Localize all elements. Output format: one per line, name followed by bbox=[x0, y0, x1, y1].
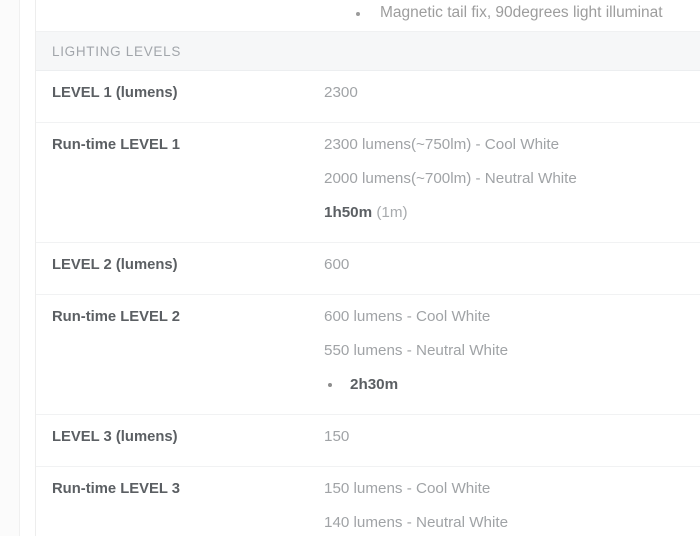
table-row: LEVEL 2 (lumens) 600 bbox=[36, 243, 700, 295]
spec-value-line: 2300 bbox=[324, 82, 700, 110]
section-header-label: LIGHTING LEVELS bbox=[52, 43, 182, 59]
spec-table-page: Magnetic tail fix, 90degrees light illum… bbox=[0, 0, 700, 536]
feature-bullet-text: Magnetic tail fix, 90degrees light illum… bbox=[380, 4, 663, 21]
spec-label: Run-time LEVEL 1 bbox=[52, 137, 180, 153]
runtime-duration: 2h30m bbox=[350, 376, 399, 393]
spec-value-text: 2000 lumens(~700lm) - Neutral White bbox=[324, 170, 577, 187]
spec-value-line: 600 lumens - Cool White bbox=[324, 306, 700, 334]
table-row: Run-time LEVEL 1 2300 lumens(~750lm) - Co… bbox=[36, 123, 700, 243]
section-header-lighting-levels: LIGHTING LEVELS bbox=[36, 31, 700, 71]
table-row: LEVEL 1 (lumens) 2300 bbox=[36, 71, 700, 123]
spec-value-line: 2000 lumens(~700lm) - Neutral White bbox=[324, 162, 700, 196]
spec-value-text: 600 bbox=[324, 256, 350, 273]
spec-label: LEVEL 1 (lumens) bbox=[52, 85, 178, 101]
spec-rows-container: LEVEL 1 (lumens) 2300 Run-time LEVEL 1 2300… bbox=[36, 71, 700, 536]
spec-value: 150 lumens - Cool White 140 lumens - Neut… bbox=[324, 478, 700, 536]
table-row: Run-time LEVEL 3 150 lumens - Cool White 1… bbox=[36, 467, 700, 536]
bullet-dot-icon bbox=[328, 383, 332, 387]
spec-value: 600 bbox=[324, 254, 700, 282]
page-left-gutter bbox=[0, 0, 20, 536]
runtime-duration-suffix: (1m) bbox=[372, 204, 408, 221]
spec-value: 2300 bbox=[324, 82, 700, 110]
table-row: LEVEL 3 (lumens) 150 bbox=[36, 415, 700, 467]
spec-value-text: 600 lumens - Cool White bbox=[324, 308, 491, 325]
spec-value-text: 2300 lumens(~750lm) - Cool White bbox=[324, 136, 560, 153]
spec-value-line: 550 lumens - Neutral White bbox=[324, 334, 700, 368]
runtime-duration: 1h50m bbox=[324, 204, 373, 221]
spec-value-line: 150 bbox=[324, 426, 700, 454]
spec-value: 2300 lumens(~750lm) - Cool White 2000 lum… bbox=[324, 134, 700, 230]
spec-value-text: 150 lumens - Cool White bbox=[324, 480, 491, 497]
bullet-dot-icon bbox=[356, 12, 360, 16]
spec-value-text: 150 bbox=[324, 428, 350, 445]
spec-label: Run-time LEVEL 2 bbox=[52, 309, 180, 325]
spec-value-line: 600 bbox=[324, 254, 700, 282]
spec-value-line: 150 lumens - Cool White bbox=[324, 478, 700, 506]
spec-value-text: 140 lumens - Neutral White bbox=[324, 514, 509, 531]
spec-value-line: 2300 lumens(~750lm) - Cool White bbox=[324, 134, 700, 162]
spec-value-line: 2h30m bbox=[324, 368, 700, 402]
table-row: Run-time LEVEL 2 600 lumens - Cool White 5… bbox=[36, 295, 700, 415]
feature-bullet-row: Magnetic tail fix, 90degrees light illum… bbox=[36, 0, 700, 31]
spec-value: 600 lumens - Cool White 550 lumens - Neut… bbox=[324, 306, 700, 402]
spec-label: LEVEL 2 (lumens) bbox=[52, 257, 178, 273]
spec-value-text: 2300 bbox=[324, 84, 358, 101]
spec-label: Run-time LEVEL 3 bbox=[52, 481, 180, 497]
spec-content: Magnetic tail fix, 90degrees light illum… bbox=[36, 0, 700, 536]
spec-value-line: 1h50m (1m) bbox=[324, 196, 700, 230]
spec-value: 150 bbox=[324, 426, 700, 454]
spec-label: LEVEL 3 (lumens) bbox=[52, 429, 178, 445]
spec-value-text: 550 lumens - Neutral White bbox=[324, 342, 509, 359]
spec-value-line: 140 lumens - Neutral White bbox=[324, 506, 700, 536]
